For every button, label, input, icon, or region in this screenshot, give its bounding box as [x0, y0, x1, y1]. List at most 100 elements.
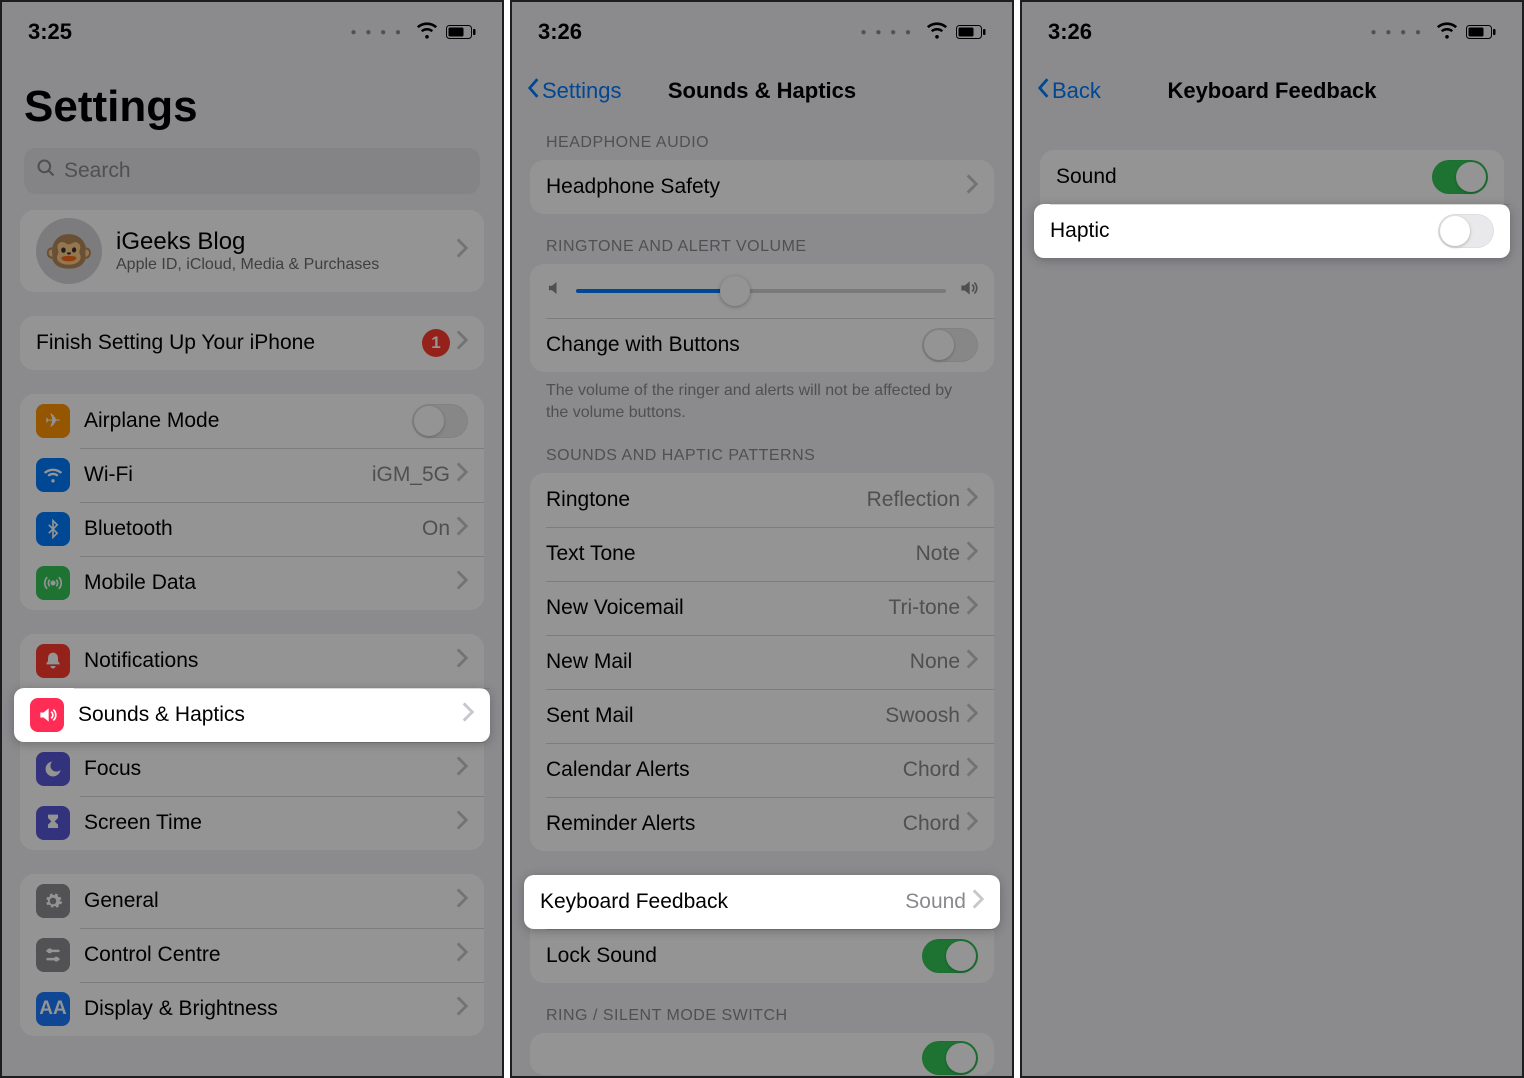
chevron-icon: [456, 330, 468, 356]
cellular-dots-icon: ● ● ● ●: [1371, 27, 1425, 38]
text-tone-cell[interactable]: Text ToneNote: [530, 527, 994, 581]
headphone-safety-cell[interactable]: Headphone Safety: [530, 160, 994, 214]
wifi-icon: [926, 18, 948, 46]
chevron-icon: [966, 487, 978, 513]
haptic-toggle-cell[interactable]: Haptic: [1034, 204, 1510, 258]
battery-icon: [1466, 19, 1496, 45]
chevron-icon: [462, 702, 474, 728]
battery-icon: [956, 19, 986, 45]
airplane-toggle[interactable]: [412, 404, 468, 438]
chevron-icon: [972, 889, 984, 915]
lock-sound-cell[interactable]: Lock Sound: [530, 929, 994, 983]
section-header: SOUNDS AND HAPTIC PATTERNS: [530, 447, 994, 473]
chevron-icon: [456, 888, 468, 914]
haptic-toggle[interactable]: [1438, 214, 1494, 248]
profile-name: iGeeks Blog: [116, 228, 456, 256]
lock-sound-toggle[interactable]: [922, 939, 978, 973]
search-placeholder: Search: [64, 159, 131, 183]
screen-keyboard-feedback: 3:26 ● ● ● ● Back Keyboard Feedback Soun…: [1020, 0, 1524, 1078]
cellular-dots-icon: ● ● ● ●: [861, 27, 915, 38]
status-time: 3:26: [538, 19, 582, 45]
control-centre-cell[interactable]: Control Centre: [20, 928, 484, 982]
status-bar: 3:26 ● ● ● ●: [512, 2, 1012, 62]
volume-slider-cell: [530, 264, 994, 318]
ringtone-cell[interactable]: RingtoneReflection: [530, 473, 994, 527]
chevron-icon: [456, 810, 468, 836]
apple-id-cell[interactable]: 🐵 iGeeks Blog Apple ID, iCloud, Media & …: [20, 210, 484, 292]
chevron-icon: [456, 516, 468, 542]
moon-icon: [36, 752, 70, 786]
status-time: 3:25: [28, 19, 72, 45]
gear-icon: [36, 884, 70, 918]
notifications-cell[interactable]: Notifications: [20, 634, 484, 688]
bell-icon: [36, 644, 70, 678]
reminder-alerts-cell[interactable]: Reminder AlertsChord: [530, 797, 994, 851]
search-input[interactable]: Search: [24, 148, 480, 194]
wifi-cell[interactable]: Wi-Fi iGM_5G: [20, 448, 484, 502]
chevron-icon: [966, 703, 978, 729]
chevron-icon: [456, 996, 468, 1022]
ring-silent-toggle[interactable]: [922, 1041, 978, 1075]
section-header: RINGTONE AND ALERT VOLUME: [530, 238, 994, 264]
bluetooth-icon: [36, 512, 70, 546]
screentime-cell[interactable]: Screen Time: [20, 796, 484, 850]
hourglass-icon: [36, 806, 70, 840]
cellular-dots-icon: ● ● ● ●: [351, 27, 405, 38]
section-footer: The volume of the ringer and alerts will…: [530, 372, 994, 423]
chevron-icon: [966, 649, 978, 675]
sounds-haptics-cell[interactable]: Sounds & Haptics: [14, 688, 490, 742]
screen-settings-root: 3:25 ● ● ● ● Settings Search 🐵 iGeeks Bl…: [0, 0, 504, 1078]
status-time: 3:26: [1048, 19, 1092, 45]
back-button[interactable]: Settings: [526, 77, 622, 105]
avatar: 🐵: [36, 218, 102, 284]
switches-icon: [36, 938, 70, 972]
chevron-icon: [456, 570, 468, 596]
bluetooth-cell[interactable]: Bluetooth On: [20, 502, 484, 556]
section-header: RING / SILENT MODE SWITCH: [530, 1007, 994, 1033]
badge: 1: [422, 329, 450, 357]
status-bar: 3:26 ● ● ● ●: [1022, 2, 1522, 62]
page-title: Settings: [2, 62, 502, 144]
profile-sub: Apple ID, iCloud, Media & Purchases: [116, 256, 456, 274]
chevron-icon: [456, 462, 468, 488]
wifi-icon: [1436, 18, 1458, 46]
change-buttons-toggle[interactable]: [922, 328, 978, 362]
wifi-icon: [416, 18, 438, 46]
keyboard-feedback-cell[interactable]: Keyboard Feedback Sound: [524, 875, 1000, 929]
mobile-data-cell[interactable]: Mobile Data: [20, 556, 484, 610]
battery-icon: [446, 19, 476, 45]
airplane-icon: ✈︎: [36, 404, 70, 438]
general-cell[interactable]: General: [20, 874, 484, 928]
finish-setup-cell[interactable]: Finish Setting Up Your iPhone 1: [20, 316, 484, 370]
search-icon: [36, 158, 56, 184]
wifi-app-icon: [36, 458, 70, 492]
sound-toggle-cell[interactable]: Sound: [1040, 150, 1504, 204]
calendar-alerts-cell[interactable]: Calendar AlertsChord: [530, 743, 994, 797]
change-with-buttons-cell[interactable]: Change with Buttons: [530, 318, 994, 372]
chevron-icon: [456, 648, 468, 674]
back-button[interactable]: Back: [1036, 77, 1101, 105]
airplane-cell[interactable]: ✈︎ Airplane Mode: [20, 394, 484, 448]
sent-mail-cell[interactable]: Sent MailSwoosh: [530, 689, 994, 743]
text-size-icon: AA: [36, 992, 70, 1026]
focus-cell[interactable]: Focus: [20, 742, 484, 796]
speaker-icon: [30, 698, 64, 732]
voicemail-cell[interactable]: New VoicemailTri-tone: [530, 581, 994, 635]
chevron-icon: [966, 595, 978, 621]
nav-bar: Back Keyboard Feedback: [1022, 62, 1522, 120]
chevron-left-icon: [1036, 77, 1050, 105]
section-header: HEADPHONE AUDIO: [530, 134, 994, 160]
chevron-left-icon: [526, 77, 540, 105]
chevron-icon: [966, 811, 978, 837]
display-brightness-cell[interactable]: AA Display & Brightness: [20, 982, 484, 1036]
new-mail-cell[interactable]: New MailNone: [530, 635, 994, 689]
volume-slider[interactable]: [576, 289, 946, 293]
chevron-icon: [966, 541, 978, 567]
ring-silent-cell[interactable]: [530, 1033, 994, 1075]
sound-toggle[interactable]: [1432, 160, 1488, 194]
status-bar: 3:25 ● ● ● ●: [2, 2, 502, 62]
chevron-icon: [456, 756, 468, 782]
chevron-icon: [456, 238, 468, 264]
slider-thumb[interactable]: [720, 276, 750, 306]
chevron-icon: [966, 174, 978, 200]
